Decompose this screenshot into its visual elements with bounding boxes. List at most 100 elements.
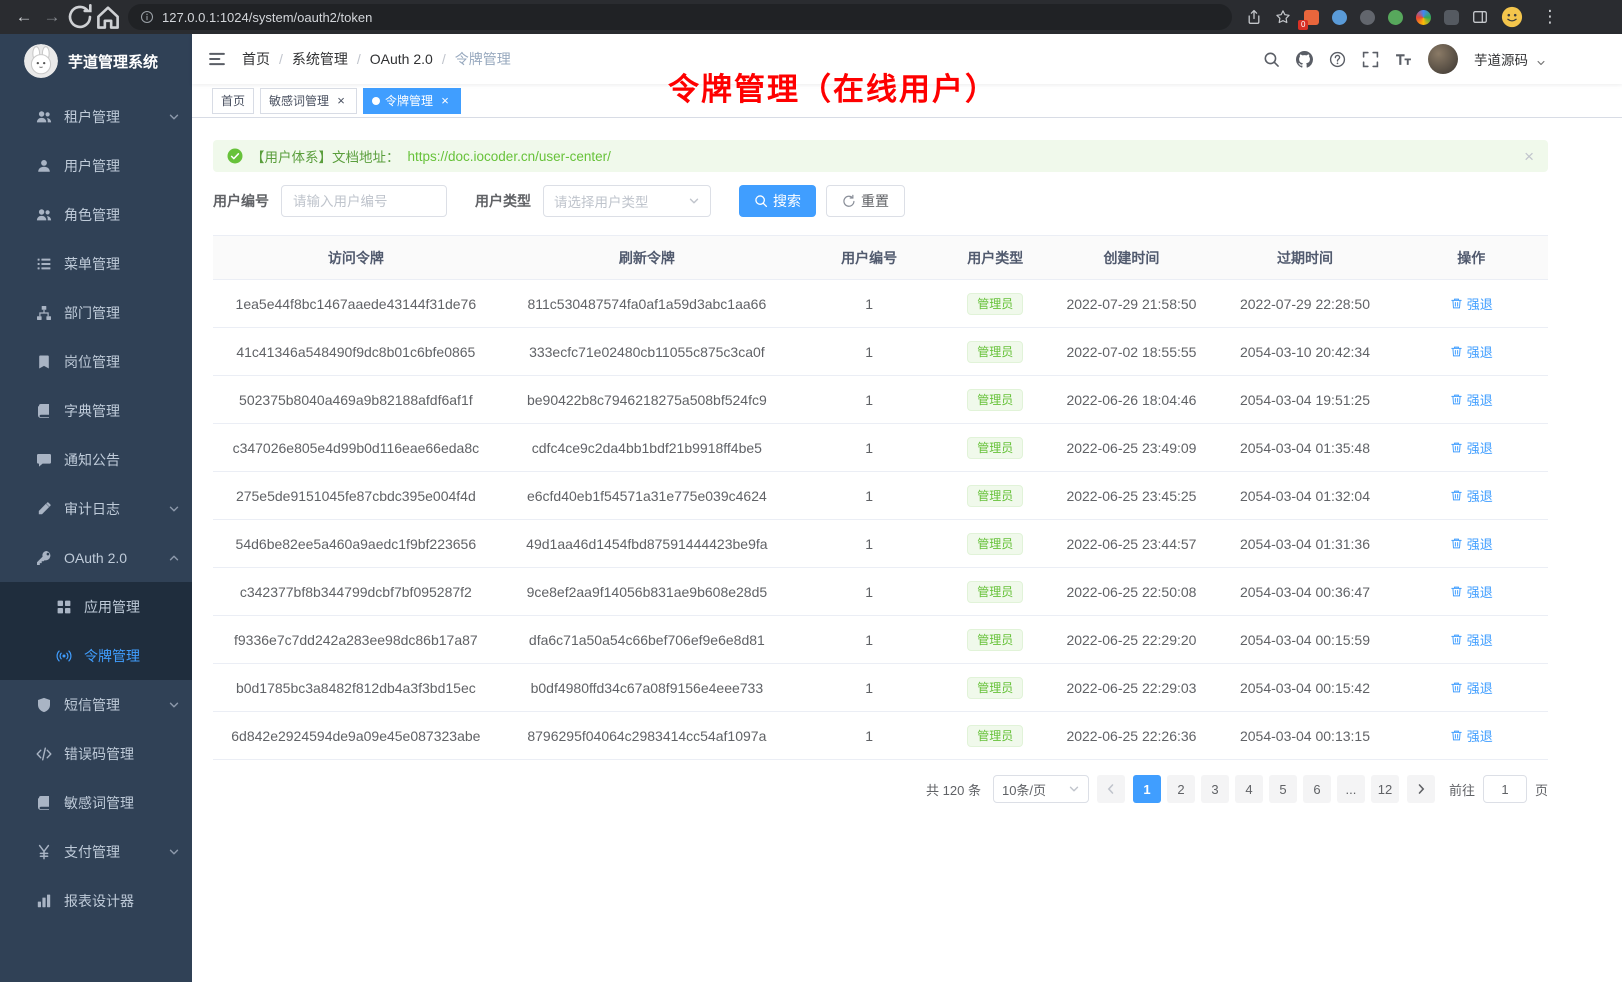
page-button-3[interactable]: 3	[1201, 775, 1229, 803]
force-logout-button[interactable]: 强退	[1450, 438, 1493, 457]
site-info-icon[interactable]	[140, 10, 154, 24]
sidebar-item-dict[interactable]: 字典管理	[0, 386, 192, 435]
sidebar-item-pay[interactable]: 支付管理	[0, 827, 192, 876]
refresh-token-cell: 811c530487574fa0af1a59d3abc1aa66	[499, 280, 795, 328]
font-size-icon[interactable]	[1395, 51, 1412, 68]
table-row: 54d6be82ee5a460a9aedc1f9bf223656 49d1aa4…	[213, 520, 1548, 568]
sidebar-item-user[interactable]: 用户管理	[0, 141, 192, 190]
page-button-5[interactable]: 5	[1269, 775, 1297, 803]
page-button-6[interactable]: 6	[1303, 775, 1331, 803]
expire-time-cell: 2054-03-04 00:13:15	[1216, 712, 1395, 760]
sidebar-item-error-code[interactable]: 错误码管理	[0, 729, 192, 778]
access-token-cell: 41c41346a548490f9dc8b01c6bfe0865	[213, 328, 499, 376]
close-alert-icon[interactable]: ×	[1524, 148, 1534, 165]
user-id-input[interactable]	[281, 185, 447, 217]
sidebar-item-tenant[interactable]: 租户管理	[0, 92, 192, 141]
book-icon	[36, 403, 52, 419]
expire-time-cell: 2022-07-29 22:28:50	[1216, 280, 1395, 328]
chevron-down-icon[interactable]	[1536, 58, 1546, 68]
breadcrumb-separator: /	[357, 51, 361, 67]
reset-button[interactable]: 重置	[826, 185, 905, 217]
force-logout-button[interactable]: 强退	[1450, 726, 1493, 745]
doc-link[interactable]: https://doc.iocoder.cn/user-center/	[408, 149, 611, 164]
user-type-select[interactable]: 请选择用户类型	[543, 185, 711, 217]
goto-page-input[interactable]	[1483, 775, 1527, 803]
force-logout-button[interactable]: 强退	[1450, 342, 1493, 361]
user-id-label: 用户编号	[213, 191, 269, 211]
browser-back-button[interactable]: ←	[10, 3, 38, 31]
pagination-ellipsis[interactable]: ...	[1337, 775, 1365, 803]
search-button[interactable]: 搜索	[739, 185, 816, 217]
prev-page-button[interactable]	[1097, 775, 1125, 803]
sidebar-item-oauth2[interactable]: OAuth 2.0	[0, 533, 192, 582]
breadcrumb-separator: /	[279, 51, 283, 67]
force-logout-button[interactable]: 强退	[1450, 630, 1493, 649]
sidebar-item-post[interactable]: 岗位管理	[0, 337, 192, 386]
browser-home-button[interactable]	[94, 3, 122, 31]
sidebar-item-dept[interactable]: 部门管理	[0, 288, 192, 337]
sidebar-item-sensitive-word[interactable]: 敏感词管理	[0, 778, 192, 827]
browser-menu-icon[interactable]: ⋮	[1536, 3, 1564, 31]
extension-icon[interactable]: 0	[1304, 10, 1319, 25]
force-logout-button[interactable]: 强退	[1450, 534, 1493, 553]
force-logout-button[interactable]: 强退	[1450, 486, 1493, 505]
collapse-sidebar-icon[interactable]	[208, 50, 226, 68]
tab-sensitive-word[interactable]: 敏感词管理×	[260, 88, 357, 114]
close-tab-icon[interactable]: ×	[334, 94, 348, 108]
sidebar-item-report[interactable]: 报表设计器	[0, 876, 192, 925]
extension-icon[interactable]	[1388, 10, 1403, 25]
close-tab-icon[interactable]: ×	[438, 94, 452, 108]
browser-profile-avatar[interactable]	[1501, 6, 1523, 28]
user-avatar[interactable]	[1428, 44, 1458, 74]
page-button-2[interactable]: 2	[1167, 775, 1195, 803]
sidebar-item-audit-log[interactable]: 审计日志	[0, 484, 192, 533]
force-logout-button[interactable]: 强退	[1450, 390, 1493, 409]
extension-icon[interactable]	[1444, 10, 1459, 25]
sidebar-item-token[interactable]: 令牌管理	[0, 631, 192, 680]
page-button-1[interactable]: 1	[1133, 775, 1161, 803]
extension-icon[interactable]	[1416, 10, 1431, 25]
username[interactable]: 芋道源码	[1474, 49, 1528, 69]
logo-image	[24, 44, 58, 78]
force-logout-button[interactable]: 强退	[1450, 678, 1493, 697]
help-icon[interactable]	[1329, 51, 1346, 68]
search-icon[interactable]	[1263, 51, 1280, 68]
share-icon[interactable]	[1246, 9, 1262, 25]
force-logout-button[interactable]: 强退	[1450, 582, 1493, 601]
sidebar-panel-icon[interactable]	[1472, 9, 1488, 25]
app-logo[interactable]: 芋道管理系统	[0, 34, 192, 88]
sidebar-item-menu[interactable]: 菜单管理	[0, 239, 192, 288]
browser-forward-button[interactable]: →	[38, 3, 66, 31]
table-row: 6d842e2924594de9a09e45e087323abe 8796295…	[213, 712, 1548, 760]
table-row: 502375b8040a469a9b82188afdf6af1f be90422…	[213, 376, 1548, 424]
breadcrumb-item[interactable]: OAuth 2.0	[370, 51, 433, 67]
extension-icon[interactable]	[1360, 10, 1375, 25]
breadcrumb-item[interactable]: 系统管理	[292, 49, 348, 69]
fullscreen-icon[interactable]	[1362, 51, 1379, 68]
breadcrumb-item[interactable]: 首页	[242, 49, 270, 69]
sidebar-item-label: 角色管理	[64, 205, 180, 225]
next-page-button[interactable]	[1407, 775, 1435, 803]
extension-icon[interactable]	[1332, 10, 1347, 25]
page-button-12[interactable]: 12	[1371, 775, 1399, 803]
browser-reload-button[interactable]	[66, 3, 94, 31]
sidebar-item-label: 用户管理	[64, 156, 180, 176]
tab-home[interactable]: 首页	[212, 88, 254, 114]
tab-token[interactable]: 令牌管理×	[363, 88, 461, 114]
force-logout-button[interactable]: 强退	[1450, 294, 1493, 313]
user-type-badge: 管理员	[967, 485, 1023, 507]
sidebar-item-role[interactable]: 角色管理	[0, 190, 192, 239]
page-size-select[interactable]: 10条/页	[993, 775, 1089, 803]
sidebar-item-app[interactable]: 应用管理	[0, 582, 192, 631]
grid-icon	[56, 599, 72, 615]
column-header: 过期时间	[1216, 236, 1395, 280]
page-button-4[interactable]: 4	[1235, 775, 1263, 803]
sidebar-item-sms[interactable]: 短信管理	[0, 680, 192, 729]
sidebar-item-notice[interactable]: 通知公告	[0, 435, 192, 484]
tab-label: 首页	[221, 92, 245, 109]
bookmark-star-icon[interactable]	[1275, 9, 1291, 25]
delete-icon	[1450, 345, 1463, 358]
chart-icon	[36, 893, 52, 909]
browser-url-bar[interactable]: 127.0.0.1:1024/system/oauth2/token	[128, 4, 1232, 30]
github-icon[interactable]	[1296, 51, 1313, 68]
